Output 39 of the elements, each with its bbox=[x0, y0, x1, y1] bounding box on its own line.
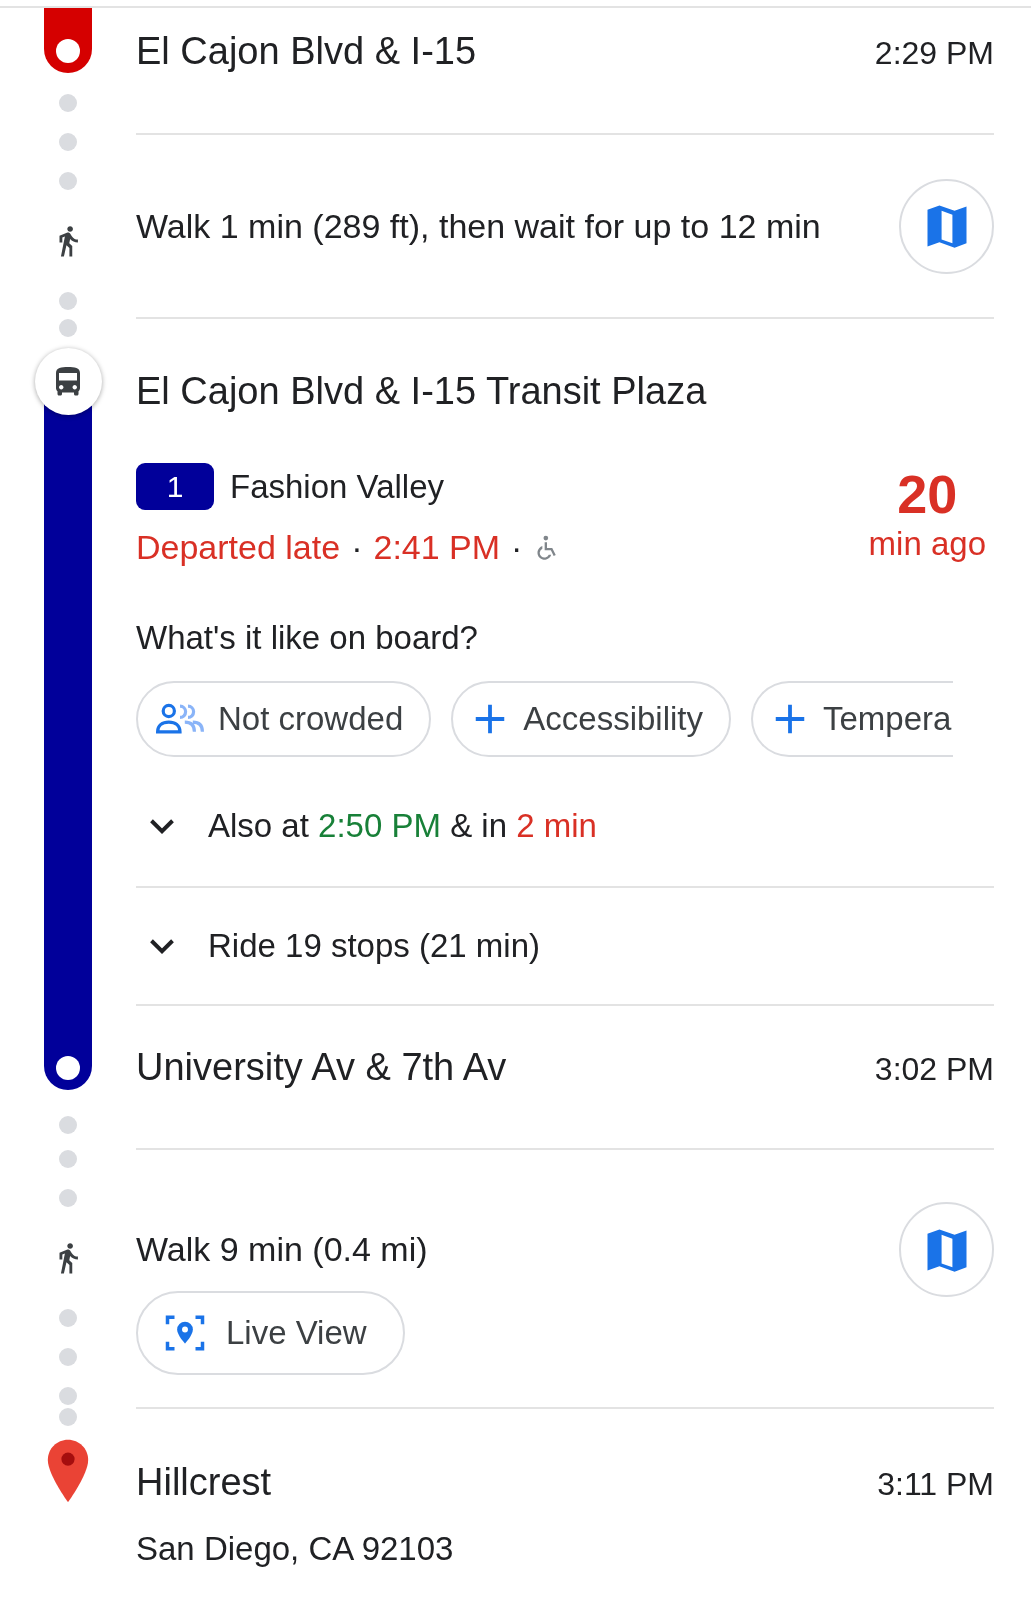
route-number-badge: 1 bbox=[136, 463, 214, 510]
dot bbox=[59, 1408, 77, 1426]
dot bbox=[59, 133, 77, 151]
departure-status: · bbox=[351, 528, 363, 567]
dot bbox=[59, 1189, 77, 1207]
dot bbox=[59, 292, 77, 310]
dot bbox=[59, 172, 77, 190]
departure-status: 2:41 PM bbox=[373, 528, 501, 567]
stop-name: El Cajon Blvd & I-15 bbox=[136, 30, 477, 73]
feedback-chip[interactable]: Accessibility bbox=[451, 681, 731, 757]
more-departures-toggle[interactable]: Also at 2:50 PM & in 2 min bbox=[136, 807, 994, 845]
route-headsign: Fashion Valley bbox=[230, 467, 444, 506]
dot bbox=[59, 1387, 77, 1405]
stop-name: Hillcrest bbox=[136, 1461, 272, 1504]
arrival-time: 3:02 PM bbox=[874, 1051, 994, 1088]
feedback-chip[interactable]: Tempera bbox=[751, 681, 954, 757]
crowding-question: What's it like on board? bbox=[136, 619, 479, 657]
countdown-unit: min ago bbox=[868, 525, 986, 563]
walk-instruction: Walk 1 min (289 ft), then wait for up to 12 min bbox=[136, 206, 821, 246]
stop-name: El Cajon Blvd & I-15 Transit Plaza bbox=[136, 370, 708, 413]
people-icon bbox=[156, 703, 204, 735]
departure-status: · bbox=[511, 528, 523, 567]
live-view-button[interactable]: Live View bbox=[136, 1291, 405, 1375]
arrival-time: 3:11 PM bbox=[877, 1466, 994, 1503]
arrival-time: 2:29 PM bbox=[874, 35, 994, 72]
stop-name: University Av & 7th Av bbox=[136, 1046, 507, 1089]
ride-stops-toggle[interactable]: Ride 19 stops (21 min) bbox=[136, 927, 540, 965]
dot bbox=[59, 1116, 77, 1134]
dot bbox=[59, 1348, 77, 1366]
dot bbox=[59, 1150, 77, 1168]
bus-icon bbox=[34, 348, 102, 415]
departure-status: Departed late bbox=[136, 528, 341, 567]
dot bbox=[59, 319, 77, 337]
feedback-chip[interactable]: Not crowded bbox=[136, 681, 432, 757]
walk-instruction: Walk 9 min (0.4 mi) bbox=[136, 1230, 428, 1269]
countdown-value: 20 bbox=[897, 467, 958, 521]
dot bbox=[59, 94, 77, 112]
stop-address: San Diego, CA 92103 bbox=[136, 1530, 455, 1568]
dot bbox=[59, 1309, 77, 1327]
